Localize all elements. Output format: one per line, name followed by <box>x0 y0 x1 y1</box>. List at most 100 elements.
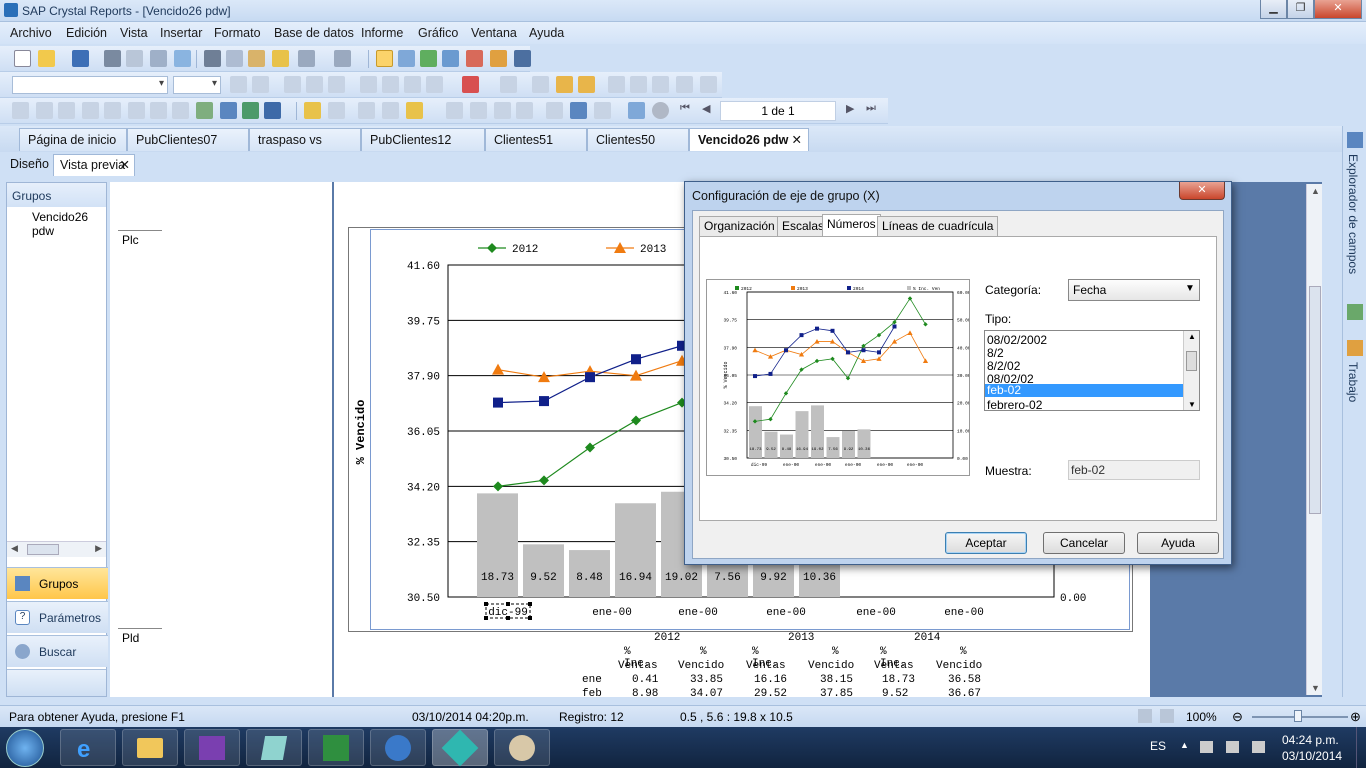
last-page-icon[interactable]: ⏭ <box>866 102 876 115</box>
subreport-icon[interactable] <box>104 102 121 119</box>
save-icon[interactable] <box>72 50 89 67</box>
bold-icon[interactable] <box>284 76 301 93</box>
page-indicator[interactable]: 1 de 1 <box>720 101 836 121</box>
ayuda-button[interactable]: Ayuda <box>1137 532 1219 554</box>
menu-edicion[interactable]: Edición <box>66 26 107 40</box>
workbench-icon[interactable] <box>490 50 507 67</box>
menu-insertar[interactable]: Insertar <box>160 26 202 40</box>
menu-ayuda[interactable]: Ayuda <box>529 26 564 40</box>
tab-diseno[interactable]: Diseño <box>4 154 55 176</box>
tab-lineas-de-cuadricula[interactable]: Líneas de cuadrícula <box>877 216 999 236</box>
percent-icon[interactable] <box>652 76 669 93</box>
menu-ventana[interactable]: Ventana <box>471 26 517 40</box>
zoom-in-icon[interactable]: ⊕ <box>1350 709 1361 725</box>
italic-icon[interactable] <box>306 76 323 93</box>
language-indicator[interactable]: ES <box>1150 739 1166 753</box>
sort-icon[interactable] <box>358 102 375 119</box>
layout-icon[interactable] <box>1138 709 1152 723</box>
lock-size-icon[interactable] <box>578 76 595 93</box>
shrink-font-icon[interactable] <box>252 76 269 93</box>
align-left-icon[interactable] <box>360 76 377 93</box>
next-page-icon[interactable]: ▶ <box>846 102 854 115</box>
file-explorer-icon[interactable] <box>122 729 178 766</box>
notes-app-icon[interactable] <box>246 729 302 766</box>
sort-expert-icon[interactable] <box>382 102 399 119</box>
field-explorer-tab[interactable]: Explorador de campos <box>1346 154 1360 274</box>
design-view-icon[interactable] <box>376 50 393 67</box>
paste-icon[interactable] <box>248 50 265 67</box>
action-center-icon[interactable] <box>1200 741 1213 753</box>
grow-font-icon[interactable] <box>230 76 247 93</box>
scrollbar-thumb[interactable] <box>27 544 59 555</box>
tab-pubclientes12[interactable]: PubClientes12 pdw <box>361 128 485 169</box>
suppress-icon[interactable] <box>532 76 549 93</box>
volume-icon[interactable] <box>1252 741 1265 753</box>
font-name-combo[interactable] <box>12 76 168 94</box>
minimize-button[interactable]: ▁ <box>1260 0 1287 19</box>
horizontal-scrollbar[interactable]: ◀ ▶ <box>7 541 106 557</box>
tab-vista-previa[interactable]: Vista previa ✕ <box>53 154 135 176</box>
type-listbox[interactable]: 08/02/2002 8/2 8/2/02 08/02/02 feb-02 fe… <box>984 330 1200 411</box>
maximize-button[interactable]: ❐ <box>1287 0 1314 19</box>
close-button[interactable]: ✕ <box>1314 0 1362 19</box>
thousands-icon[interactable] <box>630 76 647 93</box>
set-datasource-icon[interactable] <box>594 102 611 119</box>
tab-organizacion[interactable]: Organización <box>699 216 780 236</box>
internet-explorer-icon[interactable]: e <box>60 729 116 766</box>
olap-icon[interactable] <box>128 102 145 119</box>
workbench-tab[interactable]: Trabajo <box>1346 362 1360 402</box>
tab-pagina-de-inicio[interactable]: Página de inicio <box>19 128 127 151</box>
stop-icon[interactable] <box>652 102 669 119</box>
border-icon[interactable] <box>500 76 517 93</box>
font-color-icon[interactable] <box>462 76 479 93</box>
report-explorer-icon[interactable] <box>420 50 437 67</box>
field-explorer-tab-icon[interactable] <box>1347 132 1363 148</box>
map-icon[interactable] <box>242 102 259 119</box>
type-list-scrollbar[interactable]: ▲ ▼ <box>1183 331 1199 410</box>
clock-time[interactable]: 04:24 p.m. <box>1282 733 1339 747</box>
field-explorer-icon[interactable] <box>398 50 415 67</box>
menu-vista[interactable]: Vista <box>120 26 148 40</box>
tab-numeros[interactable]: Números <box>822 214 881 236</box>
close-tab-icon[interactable]: ✕ <box>792 129 802 151</box>
align-right-icon[interactable] <box>404 76 421 93</box>
close-preview-icon[interactable]: ✕ <box>120 155 130 175</box>
increase-decimals-icon[interactable] <box>676 76 693 93</box>
type-option-selected[interactable]: feb-02 <box>985 384 1183 397</box>
fit-page-icon[interactable] <box>1160 709 1174 723</box>
menu-archivo[interactable]: Archivo <box>10 26 52 40</box>
excel-icon[interactable] <box>308 729 364 766</box>
paint-icon[interactable] <box>494 729 550 766</box>
list-scroll-thumb[interactable] <box>1186 351 1197 371</box>
tree-item-vencido26[interactable]: Vencido26 pdw <box>32 210 106 238</box>
zoom-slider-thumb[interactable] <box>1294 710 1302 722</box>
menu-formato[interactable]: Formato <box>214 26 261 40</box>
group-expert-icon[interactable] <box>328 102 345 119</box>
category-select[interactable]: Fecha ▼ <box>1068 279 1200 301</box>
tab-clientes51[interactable]: Clientes51 pdw <box>485 128 587 169</box>
network-icon[interactable] <box>1226 741 1239 753</box>
filter-icon[interactable] <box>406 102 423 119</box>
tab-vencido26[interactable]: Vencido26 pdw ✕ <box>689 128 809 151</box>
group-icon[interactable] <box>36 102 53 119</box>
menu-grafico[interactable]: Gráfico <box>418 26 458 40</box>
menu-informe[interactable]: Informe <box>361 26 403 40</box>
type-option[interactable]: 8/2/02 <box>987 359 1020 373</box>
cancelar-button[interactable]: Cancelar <box>1043 532 1125 554</box>
refresh-data-icon[interactable] <box>628 102 645 119</box>
start-button[interactable] <box>6 729 44 767</box>
visual-studio-icon[interactable] <box>184 729 240 766</box>
first-page-icon[interactable]: ⏮ <box>680 102 690 115</box>
section-expert-icon[interactable] <box>446 102 463 119</box>
type-option[interactable]: febrero-02 <box>987 398 1042 410</box>
align-center-icon[interactable] <box>382 76 399 93</box>
format-painter-icon[interactable] <box>272 50 289 67</box>
print-preview-icon[interactable] <box>126 50 143 67</box>
export-icon[interactable] <box>150 50 167 67</box>
flash-icon[interactable] <box>264 102 281 119</box>
zoom-out-icon[interactable]: ⊖ <box>1232 709 1243 725</box>
vscroll-thumb[interactable] <box>1309 286 1321 514</box>
aceptar-button[interactable]: Aceptar <box>945 532 1027 554</box>
dependency-icon[interactable] <box>466 50 483 67</box>
crystal-reports-icon[interactable] <box>432 729 488 767</box>
